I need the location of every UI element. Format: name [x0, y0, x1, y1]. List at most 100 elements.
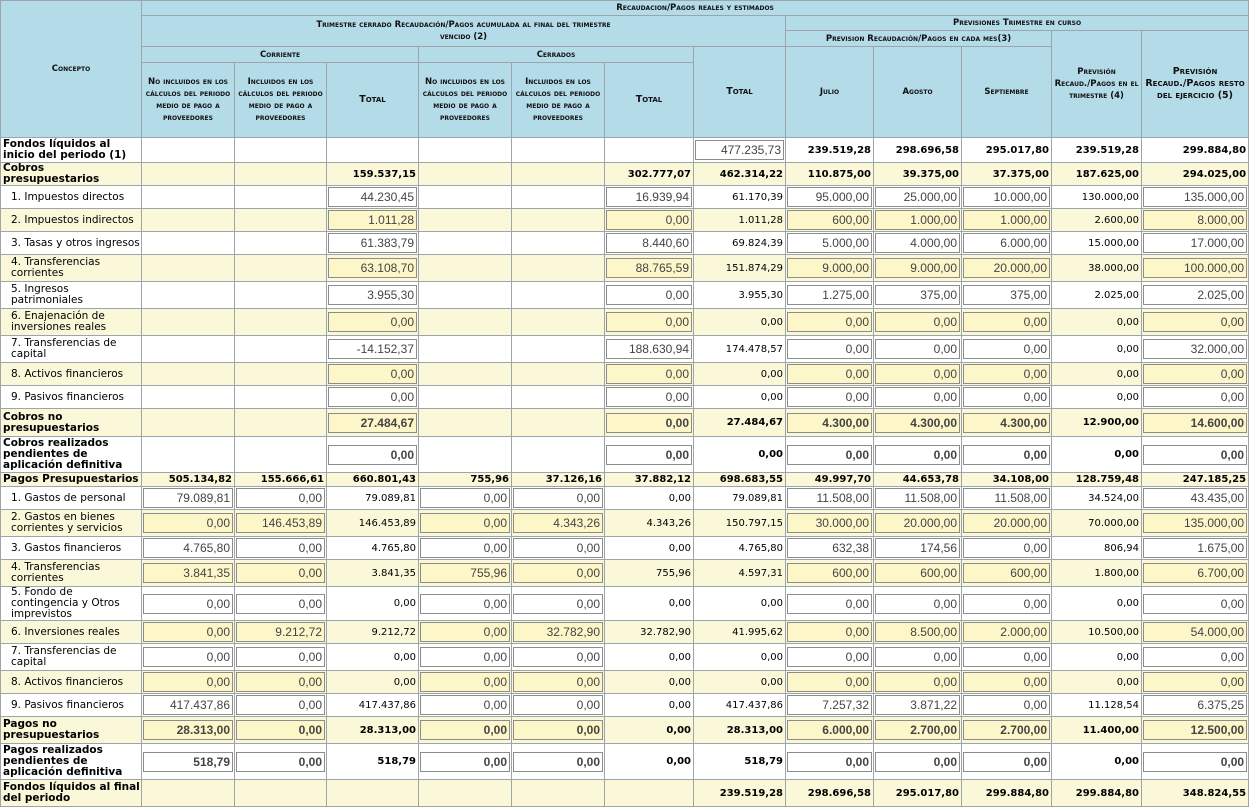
amount-input[interactable]: 17.000,00: [1143, 233, 1248, 253]
cell-prevision-resto[interactable]: 0,00: [1140, 436, 1250, 473]
amount-input[interactable]: 30.000,00: [787, 513, 872, 533]
amount-input[interactable]: 0,00: [1143, 364, 1248, 384]
cell-agosto[interactable]: 0,00: [873, 362, 962, 386]
amount-input[interactable]: 0,00: [787, 364, 872, 384]
cell-julio[interactable]: 0,00: [785, 670, 874, 694]
cell-septiembre[interactable]: 0,00: [961, 586, 1052, 621]
amount-input[interactable]: 0,00: [236, 563, 325, 583]
cell-prevision-resto[interactable]: 14.600,00: [1140, 408, 1250, 437]
cell-julio[interactable]: 0,00: [785, 335, 874, 363]
cell-septiembre[interactable]: 4.300,00: [961, 408, 1052, 437]
amount-input[interactable]: 0,00: [963, 647, 1050, 667]
amount-input[interactable]: 0,00: [236, 538, 325, 558]
cell-corriente-incluidos[interactable]: 0,00: [234, 486, 327, 510]
cell-prevision-resto[interactable]: 0,00: [1140, 670, 1250, 694]
amount-input[interactable]: 0,00: [606, 412, 692, 433]
cell-prevision-resto[interactable]: 2.025,00: [1140, 281, 1250, 309]
amount-input[interactable]: 5.000,00: [787, 233, 872, 253]
amount-input[interactable]: 0,00: [875, 444, 960, 465]
amount-input[interactable]: 0,00: [875, 593, 960, 614]
cell-corriente-incluidos[interactable]: 0,00: [234, 643, 327, 671]
amount-input[interactable]: 4.000,00: [875, 233, 960, 253]
cell-septiembre[interactable]: 0,00: [961, 308, 1052, 336]
amount-input[interactable]: 0,00: [143, 672, 233, 692]
cell-prevision-resto[interactable]: 0,00: [1140, 308, 1250, 336]
amount-input[interactable]: 0,00: [1143, 387, 1248, 407]
amount-input[interactable]: 4.300,00: [787, 412, 872, 433]
cell-julio[interactable]: 632,38: [785, 536, 874, 560]
cell-julio[interactable]: 6.000,00: [785, 716, 874, 744]
amount-input[interactable]: 3.871,22: [875, 695, 960, 715]
cell-corriente-no-incluidos[interactable]: 0,00: [141, 620, 235, 644]
cell-cerrados-incluidos[interactable]: 0,00: [511, 643, 605, 671]
amount-input[interactable]: 3.841,35: [143, 563, 233, 583]
cell-septiembre[interactable]: 6.000,00: [961, 231, 1052, 255]
amount-input[interactable]: 0,00: [963, 695, 1050, 715]
cell-julio[interactable]: 0,00: [785, 620, 874, 644]
cell-cerrados-incluidos[interactable]: 0,00: [511, 586, 605, 621]
cell-corriente-total[interactable]: 0,00: [326, 362, 419, 386]
cell-cerrados-no-incluidos[interactable]: 0,00: [418, 509, 512, 537]
amount-input[interactable]: 6.375,25: [1143, 695, 1248, 715]
amount-input[interactable]: 0,00: [875, 751, 960, 772]
cell-cerrados-incluidos[interactable]: 0,00: [511, 693, 605, 717]
amount-input[interactable]: 1.000,00: [963, 210, 1050, 230]
amount-input[interactable]: 417.437,86: [143, 695, 233, 715]
amount-input[interactable]: 0,00: [875, 647, 960, 667]
cell-corriente-incluidos[interactable]: 146.453,89: [234, 509, 327, 537]
amount-input[interactable]: 0,00: [236, 647, 325, 667]
amount-input[interactable]: 600,00: [787, 563, 872, 583]
amount-input[interactable]: 0,00: [236, 672, 325, 692]
cell-corriente-no-incluidos[interactable]: 0,00: [141, 509, 235, 537]
cell-corriente-total[interactable]: 27.484,67: [326, 408, 419, 437]
amount-input[interactable]: 100.000,00: [1143, 258, 1248, 278]
amount-input[interactable]: 44.230,45: [328, 187, 417, 207]
amount-input[interactable]: 188.630,94: [606, 339, 692, 359]
amount-input[interactable]: 0,00: [420, 538, 510, 558]
amount-input[interactable]: 0,00: [787, 672, 872, 692]
cell-corriente-no-incluidos[interactable]: 417.437,86: [141, 693, 235, 717]
cell-prevision-resto[interactable]: 0,00: [1140, 586, 1250, 621]
amount-input[interactable]: 0,00: [963, 387, 1050, 407]
cell-corriente-total[interactable]: 3.955,30: [326, 281, 419, 309]
amount-input[interactable]: 8.000,00: [1143, 210, 1248, 230]
amount-input[interactable]: 9.212,72: [236, 622, 325, 642]
cell-septiembre[interactable]: 0,00: [961, 335, 1052, 363]
amount-input[interactable]: 0,00: [513, 695, 603, 715]
amount-input[interactable]: 0,00: [963, 751, 1050, 772]
cell-cerrados-no-incluidos[interactable]: 755,96: [418, 559, 512, 587]
cell-agosto[interactable]: 4.300,00: [873, 408, 962, 437]
amount-input[interactable]: 146.453,89: [236, 513, 325, 533]
cell-agosto[interactable]: 4.000,00: [873, 231, 962, 255]
amount-input[interactable]: 0,00: [143, 647, 233, 667]
cell-prevision-resto[interactable]: 0,00: [1140, 743, 1250, 780]
amount-input[interactable]: 0,00: [963, 444, 1050, 465]
cell-julio[interactable]: 11.508,00: [785, 486, 874, 510]
cell-cerrados-total[interactable]: 0,00: [604, 208, 694, 232]
cell-julio[interactable]: 0,00: [785, 362, 874, 386]
cell-cerrados-incluidos[interactable]: 0,00: [511, 670, 605, 694]
amount-input[interactable]: 0,00: [787, 622, 872, 642]
cell-cerrados-no-incluidos[interactable]: 0,00: [418, 743, 512, 780]
amount-input[interactable]: 477.235,73: [695, 140, 784, 160]
amount-input[interactable]: 0,00: [963, 672, 1050, 692]
amount-input[interactable]: 6.000,00: [787, 720, 872, 740]
amount-input[interactable]: 0,00: [513, 593, 603, 614]
cell-septiembre[interactable]: 600,00: [961, 559, 1052, 587]
cell-cerrados-total[interactable]: 0,00: [604, 408, 694, 437]
amount-input[interactable]: 0,00: [787, 312, 872, 332]
amount-input[interactable]: 0,00: [787, 339, 872, 359]
amount-input[interactable]: 8.440,60: [606, 233, 692, 253]
cell-agosto[interactable]: 11.508,00: [873, 486, 962, 510]
amount-input[interactable]: 0,00: [875, 672, 960, 692]
amount-input[interactable]: 0,00: [143, 513, 233, 533]
amount-input[interactable]: 28.313,00: [143, 720, 233, 740]
cell-agosto[interactable]: 2.700,00: [873, 716, 962, 744]
cell-corriente-no-incluidos[interactable]: 0,00: [141, 670, 235, 694]
amount-input[interactable]: 0,00: [420, 488, 510, 508]
cell-prevision-resto[interactable]: 0,00: [1140, 385, 1250, 409]
amount-input[interactable]: 0,00: [1143, 312, 1248, 332]
amount-input[interactable]: 25.000,00: [875, 187, 960, 207]
cell-agosto[interactable]: 600,00: [873, 559, 962, 587]
amount-input[interactable]: 755,96: [420, 563, 510, 583]
